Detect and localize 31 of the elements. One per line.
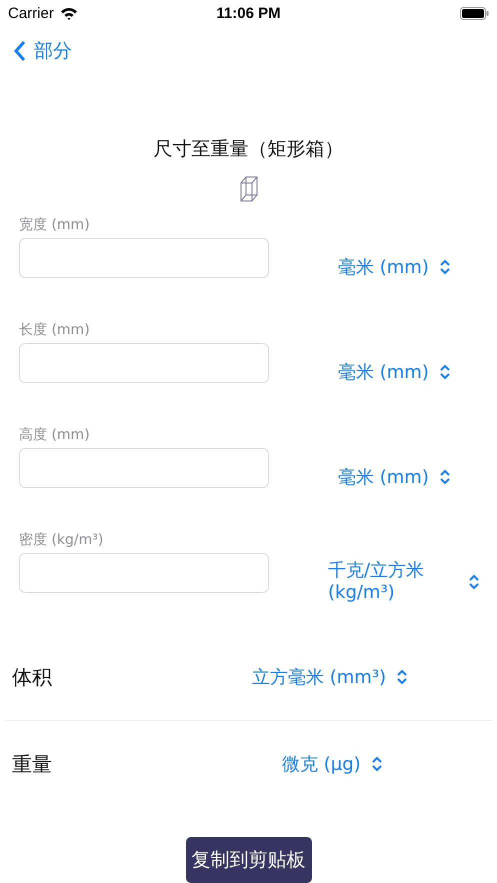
result-label: 重量 [12, 750, 53, 778]
up-down-chevron-icon [396, 669, 408, 685]
up-down-chevron-icon [370, 756, 383, 772]
input-field[interactable] [19, 448, 269, 488]
clock-time: 11:06 PM [215, 4, 282, 22]
back-button[interactable]: 部分 [14, 38, 72, 64]
field-label: 长度 (mm) [19, 321, 91, 340]
unit-picker[interactable]: 微克 (µg) [282, 752, 383, 776]
field-label: 宽度 (mm) [19, 216, 91, 235]
box-icon [240, 176, 258, 202]
wifi-icon [60, 6, 78, 20]
up-down-chevron-icon [468, 574, 480, 590]
battery-icon [460, 6, 489, 20]
unit-picker[interactable]: 毫米 (mm) [338, 464, 451, 488]
field-label: 密度 (kg/m³) [19, 531, 104, 550]
result-label: 体积 [12, 664, 53, 690]
up-down-chevron-icon [438, 468, 451, 484]
copy-button[interactable]: 复制到剪贴板 [186, 837, 312, 883]
input-field[interactable] [19, 238, 269, 278]
back-chevron-icon [14, 40, 26, 62]
up-down-chevron-icon [438, 364, 451, 380]
unit-picker[interactable]: 立方毫米 (mm³) [252, 665, 408, 689]
field-label: 高度 (mm) [19, 426, 91, 445]
input-field[interactable] [19, 553, 269, 593]
up-down-chevron-icon [438, 258, 451, 274]
unit-picker[interactable]: 毫米 (mm) [338, 254, 451, 278]
input-field[interactable] [19, 343, 269, 383]
unit-picker[interactable]: 千克/立方米 (kg/m³) [328, 560, 480, 604]
carrier-label: Carrier [8, 4, 54, 22]
unit-picker[interactable]: 毫米 (mm) [338, 360, 451, 384]
page-title: 尺寸至重量（矩形箱） [152, 137, 344, 162]
